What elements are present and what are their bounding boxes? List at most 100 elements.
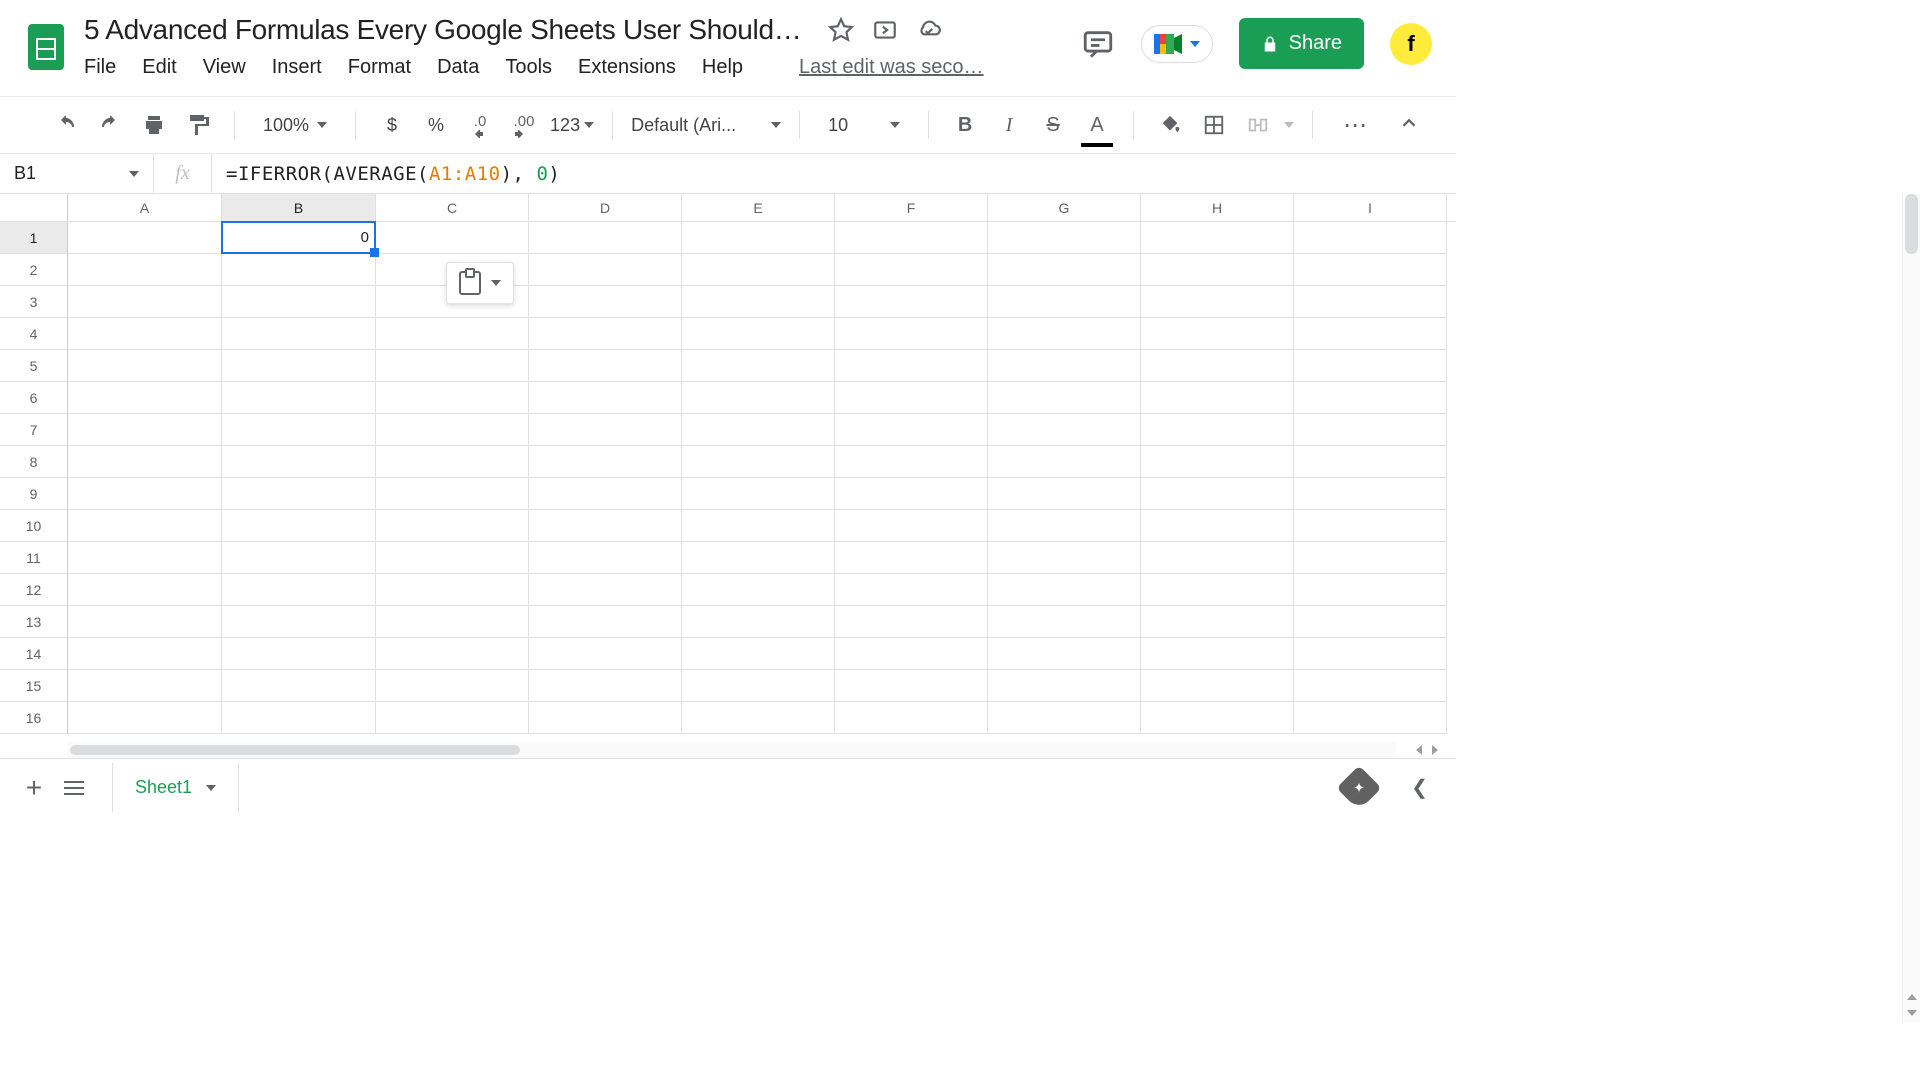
cell[interactable] — [988, 382, 1141, 414]
cell[interactable] — [682, 638, 835, 670]
menu-view[interactable]: View — [203, 56, 246, 79]
cell[interactable] — [529, 414, 682, 446]
last-edit-link[interactable]: Last edit was seco… — [799, 56, 984, 79]
text-color-button[interactable]: A — [1079, 107, 1115, 143]
cell[interactable] — [68, 638, 222, 670]
cell[interactable] — [682, 478, 835, 510]
col-header-F[interactable]: F — [835, 194, 988, 221]
cell[interactable] — [1294, 606, 1447, 638]
cell[interactable] — [682, 606, 835, 638]
cell[interactable] — [682, 574, 835, 606]
cell[interactable] — [988, 254, 1141, 286]
cell[interactable] — [529, 478, 682, 510]
cell[interactable] — [1294, 350, 1447, 382]
formula-input[interactable]: =IFERROR(AVERAGE(A1:A10), 0) — [212, 163, 1456, 185]
fill-color-button[interactable] — [1152, 107, 1188, 143]
cell[interactable] — [222, 350, 376, 382]
cell[interactable] — [68, 606, 222, 638]
cell[interactable] — [988, 542, 1141, 574]
cell[interactable] — [682, 318, 835, 350]
redo-button[interactable] — [92, 107, 128, 143]
cell[interactable] — [529, 382, 682, 414]
menu-file[interactable]: File — [84, 56, 116, 79]
row-header-10[interactable]: 10 — [0, 510, 68, 542]
cell[interactable] — [1141, 222, 1294, 254]
cell[interactable] — [68, 702, 222, 734]
cell[interactable] — [682, 670, 835, 702]
undo-button[interactable] — [48, 107, 84, 143]
cell[interactable] — [529, 446, 682, 478]
cell[interactable] — [988, 414, 1141, 446]
cell[interactable] — [1141, 350, 1294, 382]
cell[interactable] — [376, 446, 529, 478]
cell[interactable] — [835, 670, 988, 702]
cell[interactable] — [1294, 574, 1447, 606]
currency-button[interactable]: $ — [374, 107, 410, 143]
cell[interactable] — [68, 414, 222, 446]
cell[interactable] — [682, 350, 835, 382]
cell[interactable] — [376, 670, 529, 702]
sheet-tab-sheet1[interactable]: Sheet1 — [112, 763, 239, 812]
scrollbar-thumb[interactable] — [70, 745, 520, 755]
cell[interactable] — [1294, 318, 1447, 350]
row-header-13[interactable]: 13 — [0, 606, 68, 638]
zoom-selector[interactable]: 100% — [263, 115, 327, 136]
cell[interactable] — [376, 222, 529, 254]
cell[interactable] — [835, 222, 988, 254]
cell[interactable] — [222, 286, 376, 318]
cell[interactable] — [682, 414, 835, 446]
cell[interactable] — [988, 510, 1141, 542]
cell[interactable] — [529, 510, 682, 542]
cell[interactable] — [835, 606, 988, 638]
collapse-toolbar-button[interactable] — [1398, 112, 1420, 139]
cell[interactable] — [68, 350, 222, 382]
cell[interactable] — [988, 574, 1141, 606]
cell[interactable] — [529, 350, 682, 382]
horizontal-scrollbar[interactable] — [68, 742, 1396, 758]
paste-options-popup[interactable] — [446, 262, 514, 304]
cells-area[interactable]: 0 — [68, 222, 1456, 742]
row-header-16[interactable]: 16 — [0, 702, 68, 734]
cell[interactable] — [68, 222, 222, 254]
col-header-A[interactable]: A — [68, 194, 222, 221]
font-size-selector[interactable]: 10 — [828, 115, 900, 136]
cell[interactable] — [376, 414, 529, 446]
font-selector[interactable]: Default (Ari... — [631, 115, 781, 136]
menu-insert[interactable]: Insert — [272, 56, 322, 79]
cell[interactable] — [68, 574, 222, 606]
cell[interactable] — [1141, 638, 1294, 670]
cell[interactable] — [835, 350, 988, 382]
cell[interactable] — [988, 606, 1141, 638]
cell[interactable] — [1294, 638, 1447, 670]
cell[interactable] — [1294, 446, 1447, 478]
cell[interactable] — [529, 638, 682, 670]
caret-down-icon[interactable] — [1284, 122, 1294, 128]
cell[interactable] — [835, 702, 988, 734]
cell[interactable] — [988, 350, 1141, 382]
cell[interactable] — [1294, 702, 1447, 734]
decrease-decimal-button[interactable]: .0 — [462, 107, 498, 143]
cell[interactable] — [376, 542, 529, 574]
cell[interactable] — [1294, 478, 1447, 510]
col-header-H[interactable]: H — [1141, 194, 1294, 221]
cell[interactable] — [682, 446, 835, 478]
cell[interactable] — [68, 382, 222, 414]
cell[interactable] — [68, 510, 222, 542]
cell[interactable] — [222, 382, 376, 414]
cell[interactable] — [1141, 382, 1294, 414]
cell[interactable] — [68, 478, 222, 510]
cell[interactable] — [1294, 670, 1447, 702]
increase-decimal-button[interactable]: .00 — [506, 107, 542, 143]
row-header-1[interactable]: 1 — [0, 222, 68, 254]
cell[interactable] — [682, 510, 835, 542]
all-sheets-button[interactable] — [54, 768, 94, 808]
cell[interactable] — [682, 254, 835, 286]
cell[interactable] — [68, 254, 222, 286]
cell[interactable] — [835, 510, 988, 542]
cloud-icon[interactable] — [916, 17, 942, 43]
scroll-right-icon[interactable] — [1432, 745, 1438, 755]
cell[interactable] — [1294, 286, 1447, 318]
cell[interactable] — [988, 286, 1141, 318]
cell[interactable] — [1141, 574, 1294, 606]
cell[interactable] — [222, 606, 376, 638]
